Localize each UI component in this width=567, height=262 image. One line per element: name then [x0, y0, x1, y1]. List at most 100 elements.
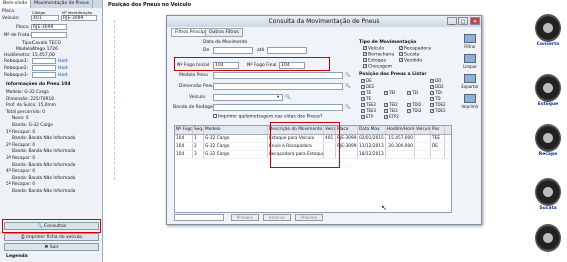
pos-checkbox[interactable]: ✓TDI: [430, 90, 453, 95]
frota-field[interactable]: [31, 32, 67, 38]
search-icon[interactable]: 🔍: [285, 95, 291, 100]
highlight-consultas: [2, 219, 101, 233]
mov-label: Estoque: [368, 58, 387, 64]
tipo-mov-label: Tipo de Movimentação: [359, 40, 417, 45]
mov-checagem-checkbox[interactable]: ✓Checagem: [363, 64, 392, 70]
column-header[interactable]: Seq.: [193, 126, 204, 134]
exportar-button[interactable]: Exportar: [459, 74, 481, 89]
ate-label: até: [257, 48, 265, 53]
pos-checkbox[interactable]: ✓ETP: [361, 114, 384, 119]
modelo-pneu-field[interactable]: [213, 72, 343, 79]
limpar-button[interactable]: Limpar: [459, 54, 481, 69]
tab-bem-vindo[interactable]: Bem-vindo: [0, 0, 32, 8]
pos-checkbox[interactable]: ✓TEI3: [384, 108, 407, 113]
reboque3-field[interactable]: [32, 72, 56, 78]
funnel-icon: [464, 34, 476, 43]
filtrar-label: Filtrar: [464, 44, 476, 49]
data-ate-field[interactable]: [267, 47, 307, 54]
recape-label: Recape: [538, 152, 558, 157]
conserto-button[interactable]: Conserto: [530, 14, 566, 47]
pos-checkbox[interactable]: ✓DE: [361, 78, 384, 83]
info-line: 3º Recapar: 0: [6, 155, 36, 161]
close-button[interactable]: ✕: [470, 17, 480, 25]
column-header[interactable]: Data Mov.: [358, 126, 386, 134]
imprimir-label: Imprimir: [461, 104, 479, 109]
column-header[interactable]: Pos: [431, 126, 445, 134]
pos-checkbox[interactable]: ✓TE: [361, 90, 384, 95]
proximo-button[interactable]: Próximo: [295, 214, 323, 221]
tab-outros-filtros[interactable]: Outros Filtros: [205, 28, 243, 37]
info-line: Novo: 0: [12, 116, 29, 122]
sair-label: Sair: [49, 245, 59, 250]
modelo-pneu-label: Modelo Pneu: [179, 73, 208, 78]
column-header[interactable]: Hodôm/Horím.: [386, 126, 415, 134]
pos-checkbox[interactable]: ✓DD2: [430, 84, 453, 89]
nid-field[interactable]: RJE-3099: [61, 15, 97, 21]
legenda-label: Legenda: [6, 254, 28, 259]
pos-checkbox[interactable]: ✓ETP2: [384, 114, 407, 119]
column-header[interactable]: Nº Fogo: [175, 126, 193, 134]
mov-label: Checagem: [368, 64, 393, 70]
info-line: Prof. do Sulco: 15,0mm: [6, 103, 56, 109]
sair-button[interactable]: ✖ Sair: [4, 243, 99, 251]
extra-tire: [530, 224, 566, 252]
reboque1-hod: Hod:: [58, 59, 69, 64]
pos-checkbox[interactable]: ✓TDI2: [407, 102, 430, 107]
tipo-value: Cavalo TECO: [32, 41, 62, 46]
reboque2-field[interactable]: [32, 65, 56, 71]
minimize-button[interactable]: _: [447, 17, 457, 25]
estoque-button[interactable]: Estoque: [530, 74, 566, 107]
imprimir-ficha-button[interactable]: ⎙ Imprimir ficha do veículo: [4, 233, 99, 241]
pos-checkbox[interactable]: ✓TEI: [384, 90, 407, 95]
anterior-button[interactable]: Anterior: [263, 214, 291, 221]
printer-icon: [464, 94, 476, 103]
info-line: Banda: Banda Não Informada: [12, 149, 76, 155]
primeiro-button[interactable]: Primeiro: [231, 214, 259, 221]
column-header[interactable]: Veículo: [415, 126, 431, 134]
mov-label: Sucata: [404, 52, 420, 58]
footer-field[interactable]: [174, 214, 224, 221]
banda-field[interactable]: [213, 104, 343, 111]
placa-field[interactable]: RJE-3099: [31, 24, 67, 30]
pos-checkbox[interactable]: ✓TEI2: [384, 102, 407, 107]
dimensao-field[interactable]: [213, 83, 343, 90]
veiculo-select[interactable]: [213, 94, 283, 101]
pos-checkbox[interactable]: ✓TEE3: [361, 108, 384, 113]
pos-checkbox[interactable]: ✓TD: [430, 96, 453, 101]
pos-checkbox[interactable]: ✓DE2: [361, 84, 384, 89]
sucata-button[interactable]: Sucata: [530, 178, 566, 211]
reboque2-label: Reboque2:: [4, 66, 29, 71]
mov-sucata-checkbox[interactable]: ✓Sucata: [399, 52, 419, 58]
posicao-grid: ✓DE ✓DD ✓DE2 ✓DD2 ✓TE ✓TEI ✓TEI ✓TDI ✓TE…: [361, 78, 453, 119]
tab-movimentacao[interactable]: Movimentação de Pneus: [31, 0, 94, 8]
posicao-label: Posição dos Pneus a Listar: [359, 72, 427, 77]
mov-vendido-checkbox[interactable]: ✓Vendido: [399, 58, 422, 64]
imprimir-button[interactable]: Imprimir: [459, 94, 481, 109]
filtrar-button[interactable]: Filtrar: [459, 34, 481, 49]
mov-estoque-checkbox[interactable]: ✓Estoque: [363, 58, 386, 64]
pos-checkbox[interactable]: ✓TDI3: [407, 108, 430, 113]
dimensao-label: Dimensão Pneu: [179, 84, 215, 89]
search-icon[interactable]: 🔍: [345, 105, 351, 110]
chevron-down-icon[interactable]: ▾: [277, 95, 279, 100]
pos-checkbox[interactable]: ✓TEE2: [361, 102, 384, 107]
pos-checkbox[interactable]: ✓TEI: [407, 90, 430, 95]
pos-checkbox[interactable]: ✓TDE3: [430, 108, 453, 113]
mov-recapadora-checkbox[interactable]: ✓Recapadora: [399, 46, 431, 52]
search-icon[interactable]: 🔍: [345, 73, 351, 78]
data-de-field[interactable]: [213, 47, 253, 54]
pos-checkbox[interactable]: ✓DD: [430, 78, 453, 83]
imprimir-km-checkbox[interactable]: Imprimir quilometragem nas vidas dos Pne…: [213, 114, 322, 120]
maximize-button[interactable]: □: [458, 17, 468, 25]
mov-veiculo-checkbox[interactable]: ✓Veículo: [363, 46, 384, 52]
mov-borracharia-checkbox[interactable]: ✓Borracharia: [363, 52, 394, 58]
pos-checkbox[interactable]: ✓TDE2: [430, 102, 453, 107]
codigo-field[interactable]: 401: [31, 15, 59, 21]
tire-icon: [535, 14, 561, 42]
reboque1-field[interactable]: [32, 58, 56, 64]
search-icon[interactable]: 🔍: [345, 84, 351, 89]
mouse-cursor-icon: ↖: [381, 204, 387, 212]
column-header[interactable]: Modelo: [204, 126, 268, 134]
recape-button[interactable]: Recape: [530, 124, 566, 157]
pos-checkbox[interactable]: ✓TE: [361, 96, 384, 101]
